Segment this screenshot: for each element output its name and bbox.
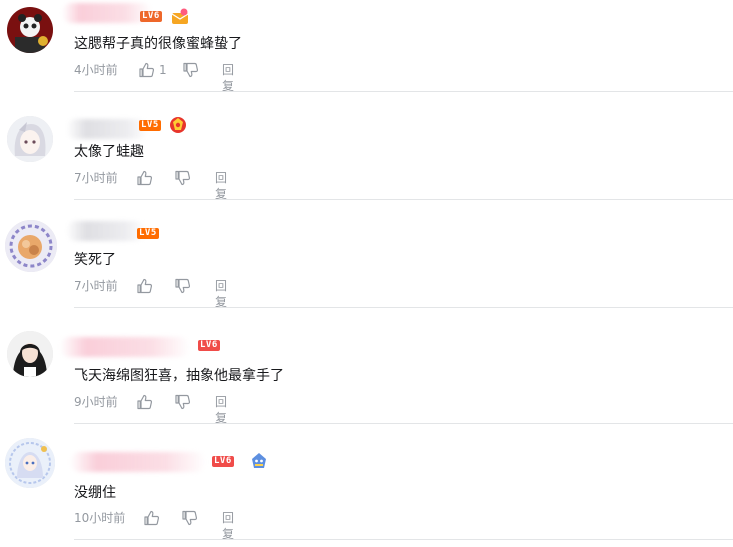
username[interactable]: [62, 3, 152, 23]
like-count: 1: [159, 63, 167, 77]
comment-text: 太像了蛙趣: [74, 144, 144, 160]
comment-text: 这腮帮子真的很像蜜蜂蛰了: [74, 36, 242, 52]
level-badge: LV5: [137, 228, 159, 239]
comment-time: 7小时前: [74, 171, 118, 185]
comment-text: 飞天海绵图狂喜，抽象他最拿手了: [74, 368, 284, 384]
comment-divider: [74, 539, 733, 540]
like-icon[interactable]: [143, 509, 161, 527]
reply-button[interactable]: 回复: [215, 394, 227, 426]
dislike-icon[interactable]: [182, 61, 200, 79]
user-avatar[interactable]: [7, 116, 53, 162]
like-icon[interactable]: [136, 277, 154, 295]
username[interactable]: [70, 452, 206, 472]
user-avatar[interactable]: [5, 220, 57, 272]
level-badge: LV5: [139, 120, 161, 131]
comment-time: 4小时前: [74, 63, 118, 77]
user-avatar[interactable]: [7, 7, 53, 53]
username[interactable]: [60, 337, 190, 357]
user-avatar[interactable]: [5, 438, 55, 488]
fan-medal-icon: [171, 8, 189, 24]
like-icon[interactable]: [138, 61, 156, 79]
comment-time: 7小时前: [74, 279, 118, 293]
comment-time: 10小时前: [74, 511, 126, 525]
comment-text: 笑死了: [74, 252, 116, 268]
like-icon[interactable]: [136, 169, 154, 187]
fan-medal-icon: [252, 453, 266, 468]
username[interactable]: [66, 119, 148, 139]
dislike-icon[interactable]: [174, 393, 192, 411]
dislike-icon[interactable]: [174, 277, 192, 295]
comment-time: 9小时前: [74, 395, 118, 409]
level-badge: LV6: [212, 456, 234, 467]
reply-button[interactable]: 回复: [222, 62, 234, 94]
like-icon[interactable]: [136, 393, 154, 411]
dislike-icon[interactable]: [174, 169, 192, 187]
comment-divider: [74, 91, 733, 92]
comment-divider: [74, 307, 733, 308]
comment-divider: [74, 423, 733, 424]
level-badge: LV6: [198, 340, 220, 351]
reply-button[interactable]: 回复: [215, 278, 227, 310]
comment-divider: [74, 199, 733, 200]
dislike-icon[interactable]: [181, 509, 199, 527]
comment-text: 没绷住: [74, 485, 116, 501]
level-badge: LV6: [140, 11, 162, 22]
reply-button[interactable]: 回复: [222, 510, 234, 542]
username[interactable]: [66, 221, 146, 241]
user-avatar[interactable]: [7, 331, 53, 377]
reply-button[interactable]: 回复: [215, 170, 227, 202]
fan-medal-icon: [170, 117, 186, 133]
